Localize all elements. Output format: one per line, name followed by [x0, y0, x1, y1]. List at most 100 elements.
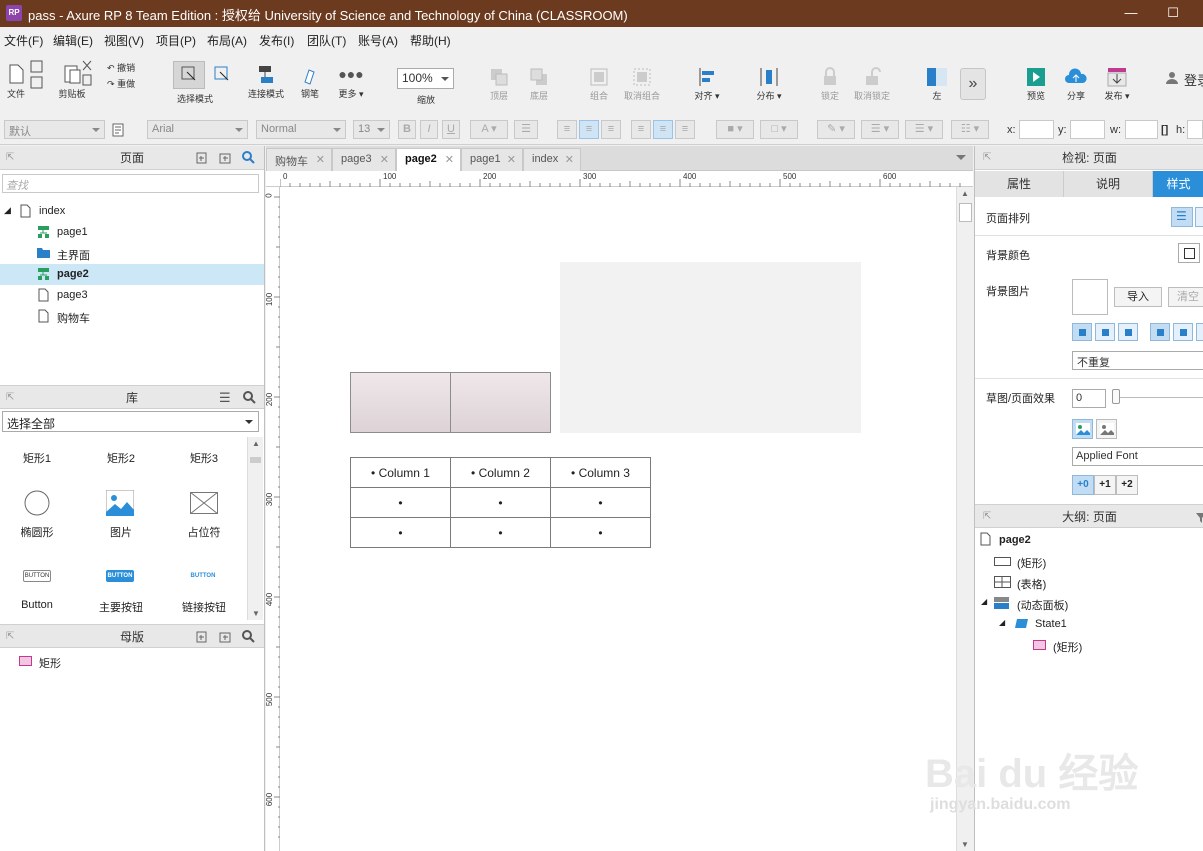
- save-icon[interactable]: [30, 59, 44, 91]
- redo-button[interactable]: ↷ 重做: [107, 77, 135, 90]
- preview-button[interactable]: 预览: [1022, 67, 1050, 102]
- y-input[interactable]: [1070, 120, 1105, 139]
- menu-publish[interactable]: 发布(I): [259, 32, 294, 49]
- align-button[interactable]: 对齐 ▾: [690, 67, 724, 102]
- font-family-select[interactable]: Arial: [147, 120, 248, 139]
- color-mode-button[interactable]: [1072, 419, 1093, 439]
- cut-copy-icon[interactable]: [81, 60, 93, 88]
- search-icon[interactable]: [242, 151, 255, 164]
- image-align-center-button[interactable]: [1095, 323, 1115, 341]
- align-page-center-button[interactable]: [1195, 207, 1203, 227]
- select-intersect-icon[interactable]: [180, 65, 198, 83]
- undo-button[interactable]: ↶ 撤销: [107, 61, 135, 74]
- font-size-select[interactable]: 13: [353, 120, 390, 139]
- sketch-value-input[interactable]: 0: [1072, 389, 1106, 408]
- font-step-2-button[interactable]: +2: [1116, 475, 1138, 495]
- menu-edit[interactable]: 编辑(E): [53, 32, 93, 49]
- menu-layout[interactable]: 布局(A): [207, 32, 247, 49]
- pin-icon[interactable]: ⇱: [983, 146, 991, 170]
- line-color-button[interactable]: ✎ ▾: [817, 120, 855, 139]
- sketch-slider-track[interactable]: [1114, 397, 1203, 398]
- image-valign-bottom-button[interactable]: [1196, 323, 1203, 341]
- page-item-main[interactable]: 主界面: [0, 243, 264, 264]
- bg-image-preview[interactable]: [1072, 279, 1108, 315]
- select-contain-icon[interactable]: [213, 65, 231, 83]
- clear-button[interactable]: 清空: [1168, 287, 1203, 307]
- scrollbar-thumb[interactable]: [250, 457, 261, 463]
- font-step-1-button[interactable]: +1: [1094, 475, 1116, 495]
- tab-properties[interactable]: 属性: [975, 171, 1064, 197]
- unlock-button[interactable]: 取消锁定: [852, 67, 892, 102]
- tree-collapse-icon[interactable]: ◢: [981, 597, 987, 606]
- search-icon[interactable]: [242, 630, 255, 643]
- menu-help[interactable]: 帮助(H): [410, 32, 451, 49]
- table-cell[interactable]: •: [550, 487, 651, 518]
- valign-bottom-button[interactable]: ≡: [675, 120, 695, 139]
- login-link[interactable]: 登录: [1184, 70, 1203, 89]
- close-icon[interactable]: ✕: [380, 153, 389, 166]
- ellipse-shape-icon[interactable]: [24, 490, 50, 516]
- pin-icon[interactable]: ⇱: [983, 505, 991, 529]
- rectangle-widget-left[interactable]: [350, 372, 451, 433]
- outline-item-page2[interactable]: page2: [975, 530, 1203, 551]
- menu-file[interactable]: 文件(F): [4, 32, 43, 49]
- table-cell[interactable]: •: [350, 487, 451, 518]
- line-style-button[interactable]: ☰ ▾: [905, 120, 943, 139]
- group-button[interactable]: 组合: [584, 67, 614, 102]
- line-width-button[interactable]: ☰ ▾: [861, 120, 899, 139]
- table-cell[interactable]: •: [350, 517, 451, 548]
- page-item-cart[interactable]: 购物车: [0, 306, 264, 327]
- scrollbar-thumb[interactable]: [959, 203, 972, 222]
- button-widget-icon[interactable]: BUTTON: [23, 570, 51, 582]
- outline-item-table[interactable]: (表格): [975, 572, 1203, 593]
- import-button[interactable]: 导入: [1114, 287, 1162, 307]
- sketch-slider-thumb[interactable]: [1112, 389, 1120, 404]
- bring-to-front-button[interactable]: 顶层: [484, 67, 514, 102]
- lock-ratio-icon[interactable]: []: [1161, 124, 1168, 136]
- lib-rect3[interactable]: 矩形3: [169, 450, 239, 466]
- page-item-page1[interactable]: page1: [0, 222, 264, 243]
- font-color-button[interactable]: A ▾: [470, 120, 508, 139]
- master-item-rect[interactable]: 矩形: [0, 652, 264, 673]
- tab-page1[interactable]: page1 ✕: [461, 148, 523, 171]
- tab-index[interactable]: index ✕: [523, 148, 581, 171]
- applied-font-input[interactable]: Applied Font: [1072, 447, 1203, 466]
- align-text-center-button[interactable]: ≡: [579, 120, 599, 139]
- outline-item-state-rect[interactable]: (矩形): [975, 635, 1203, 656]
- table-cell[interactable]: •: [550, 517, 651, 548]
- image-valign-top-button[interactable]: [1150, 323, 1170, 341]
- add-page-icon[interactable]: [196, 152, 208, 164]
- tab-cart[interactable]: 购物车 ✕: [266, 148, 332, 171]
- minimize-button[interactable]: —: [1108, 2, 1154, 24]
- maximize-button[interactable]: ☐: [1150, 2, 1196, 24]
- primary-button-widget-icon[interactable]: BUTTON: [106, 570, 134, 582]
- valign-top-button[interactable]: ≡: [631, 120, 651, 139]
- align-text-right-button[interactable]: ≡: [601, 120, 621, 139]
- italic-button[interactable]: I: [420, 120, 438, 139]
- zoom-select[interactable]: 100%: [397, 68, 454, 89]
- scroll-down-icon[interactable]: ▼: [961, 840, 969, 849]
- menu-icon[interactable]: ☰: [219, 386, 231, 410]
- left-panel-toggle-button[interactable]: 左: [924, 67, 950, 102]
- table-header-cell[interactable]: • Column 2: [450, 457, 551, 488]
- add-master-icon[interactable]: [196, 631, 208, 643]
- tab-style[interactable]: 样式: [1153, 171, 1203, 197]
- pen-button[interactable]: 钢笔: [298, 65, 322, 100]
- table-header-cell[interactable]: • Column 1: [350, 457, 451, 488]
- library-scrollbar[interactable]: ▲ ▼: [247, 437, 263, 620]
- menu-view[interactable]: 视图(V): [104, 32, 144, 49]
- image-icon[interactable]: [106, 490, 134, 516]
- ungroup-button[interactable]: 取消组合: [622, 67, 662, 102]
- library-select[interactable]: 选择全部: [2, 411, 259, 432]
- menu-account[interactable]: 账号(A): [358, 32, 398, 49]
- send-to-back-button[interactable]: 底层: [524, 67, 554, 102]
- font-weight-select[interactable]: Normal: [256, 120, 346, 139]
- style-select[interactable]: 默认: [4, 120, 105, 139]
- add-folder-icon[interactable]: [219, 152, 231, 164]
- pin-icon[interactable]: ⇱: [6, 146, 14, 170]
- close-icon[interactable]: ✕: [316, 153, 325, 166]
- tree-collapse-icon[interactable]: ◢: [999, 618, 1005, 627]
- page-item-page2[interactable]: page2: [0, 264, 264, 285]
- align-page-left-button[interactable]: ☰: [1171, 207, 1193, 227]
- outline-item-dynamic-panel[interactable]: ◢ (动态面板): [975, 593, 1203, 614]
